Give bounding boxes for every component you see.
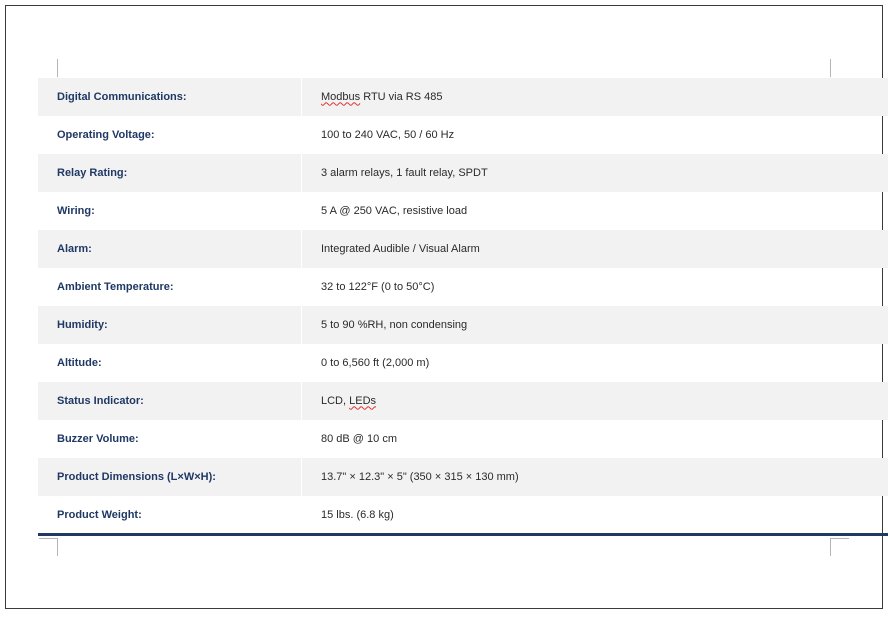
spec-row: Altitude: 0 to 6,560 ft (2,000 m) xyxy=(38,344,888,382)
spec-row: Humidity: 5 to 90 %RH, non condensing xyxy=(38,306,888,344)
spec-value: Integrated Audible / Visual Alarm xyxy=(301,230,888,268)
spec-value: LCD, LEDs xyxy=(301,382,888,420)
spec-label: Buzzer Volume: xyxy=(38,420,302,458)
spec-label: Altitude: xyxy=(38,344,302,382)
spec-label: Alarm: xyxy=(38,230,302,268)
spec-row: Digital Communications: Modbus RTU via R… xyxy=(38,78,888,116)
spec-label: Relay Rating: xyxy=(38,154,302,192)
crop-mark-bottom-left-h xyxy=(39,538,58,539)
spec-label: Product Dimensions (L×W×H): xyxy=(38,458,302,496)
spec-label: Digital Communications: xyxy=(38,78,302,116)
spec-row: Operating Voltage: 100 to 240 VAC, 50 / … xyxy=(38,116,888,154)
spec-value: 32 to 122°F (0 to 50°C) xyxy=(321,280,435,293)
spec-value: 5 A @ 250 VAC, resistive load xyxy=(321,204,468,217)
crop-mark-bottom-right-v xyxy=(830,538,831,556)
spec-label: Wiring: xyxy=(38,192,302,230)
spec-value: 80 dB @ 10 cm xyxy=(321,432,397,445)
spec-value: 3 alarm relays, 1 fault relay, SPDT xyxy=(301,154,888,192)
spec-row: Buzzer Volume: 80 dB @ 10 cm xyxy=(38,420,888,458)
spec-row: Alarm: Integrated Audible / Visual Alarm xyxy=(38,230,888,268)
spec-row: Wiring: 5 A @ 250 VAC, resistive load xyxy=(38,192,888,230)
spec-value: Modbus RTU via RS 485 xyxy=(301,78,888,116)
spec-row: Product Weight: 15 lbs. (6.8 kg) xyxy=(38,496,888,534)
table-bottom-rule xyxy=(38,533,888,536)
spec-label: Operating Voltage: xyxy=(38,116,302,154)
crop-mark-bottom-right-h xyxy=(830,538,849,539)
spec-value: 15 lbs. (6.8 kg) xyxy=(321,508,394,521)
spec-label: Status Indicator: xyxy=(38,382,302,420)
spec-label: Product Weight: xyxy=(38,496,302,534)
spec-value: 5 to 90 %RH, non condensing xyxy=(301,306,888,344)
specifications-table: Digital Communications: Modbus RTU via R… xyxy=(38,78,888,534)
crop-mark-top-left xyxy=(57,59,58,77)
spell-check-underline: Modbus xyxy=(321,90,361,103)
spec-label: Ambient Temperature: xyxy=(38,268,302,306)
spec-value: 100 to 240 VAC, 50 / 60 Hz xyxy=(321,128,455,141)
spec-value: 13.7" × 12.3" × 5" (350 × 315 × 130 mm) xyxy=(301,458,888,496)
crop-mark-bottom-left-v xyxy=(57,538,58,556)
crop-mark-top-right xyxy=(830,59,831,77)
spec-label: Humidity: xyxy=(38,306,302,344)
spec-value: 0 to 6,560 ft (2,000 m) xyxy=(321,356,430,369)
spec-row: Status Indicator: LCD, LEDs xyxy=(38,382,888,420)
spec-row: Product Dimensions (L×W×H): 13.7" × 12.3… xyxy=(38,458,888,496)
spec-row: Relay Rating: 3 alarm relays, 1 fault re… xyxy=(38,154,888,192)
spec-row: Ambient Temperature: 32 to 122°F (0 to 5… xyxy=(38,268,888,306)
spell-check-underline: LEDs xyxy=(349,394,377,407)
